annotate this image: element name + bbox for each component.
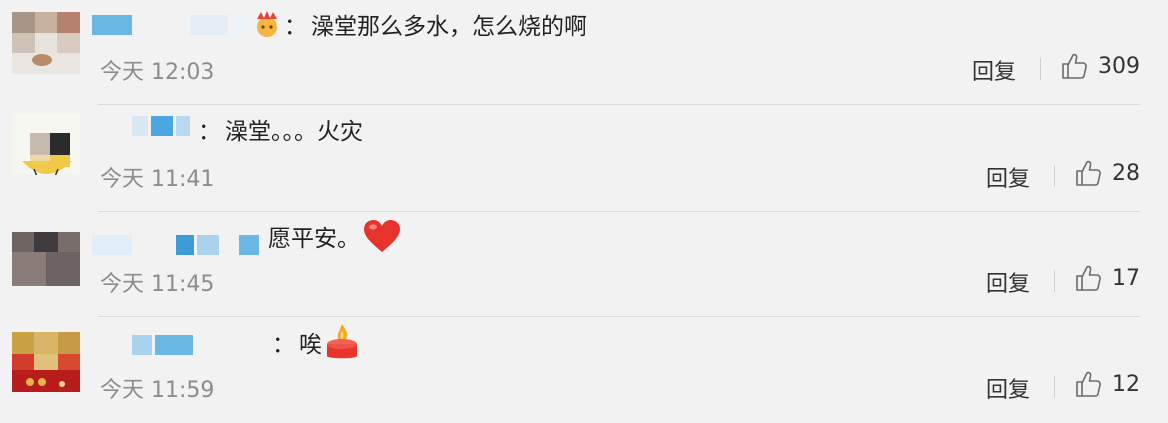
comment-time: 今天 11:41 bbox=[100, 167, 215, 192]
comment-text: 唉 bbox=[299, 332, 322, 358]
avatar[interactable] bbox=[12, 232, 80, 294]
avatar[interactable] bbox=[12, 332, 80, 394]
thumbs-up-icon bbox=[1076, 371, 1101, 397]
thumbs-up-icon bbox=[1076, 265, 1101, 291]
comment-content: 愿平安。 bbox=[268, 216, 402, 256]
username[interactable] bbox=[92, 14, 254, 36]
comment-time: 今天 11:59 bbox=[100, 378, 215, 403]
comment-time: 今天 11:45 bbox=[100, 272, 215, 297]
username[interactable] bbox=[132, 115, 193, 137]
reply-button[interactable]: 回复 bbox=[986, 372, 1030, 404]
avatar-image bbox=[12, 332, 80, 392]
like-button[interactable]: 12 bbox=[1074, 370, 1140, 398]
username[interactable] bbox=[132, 334, 196, 356]
comment-separator: ： bbox=[284, 14, 307, 40]
candle-emoji bbox=[327, 324, 357, 359]
like-count: 12 bbox=[1112, 371, 1140, 397]
username[interactable] bbox=[92, 234, 262, 256]
comment-item: 愿平安。 今天 11:45 回复 17 bbox=[0, 210, 1168, 317]
action-divider bbox=[1054, 165, 1055, 187]
like-count: 17 bbox=[1112, 265, 1140, 291]
comment-content: ： 澡堂。。。火灾 bbox=[196, 109, 363, 149]
action-divider bbox=[1054, 376, 1055, 398]
crown-face-emoji bbox=[257, 11, 277, 37]
comment-text: 愿平安。 bbox=[268, 226, 360, 252]
comment-time: 今天 12:03 bbox=[100, 60, 215, 85]
reply-button[interactable]: 回复 bbox=[986, 161, 1030, 193]
action-divider bbox=[1054, 270, 1055, 292]
comment-list: ： 澡堂那么多水，怎么烧的啊 今天 12:03 回复 309 ： 澡堂。。。火灾… bbox=[0, 0, 1168, 418]
like-count: 309 bbox=[1098, 53, 1140, 79]
comment-content: ： 澡堂那么多水，怎么烧的啊 bbox=[252, 4, 587, 44]
avatar[interactable] bbox=[12, 113, 80, 175]
comment-item: ： 澡堂。。。火灾 今天 11:41 回复 28 bbox=[0, 99, 1168, 212]
reply-button[interactable]: 回复 bbox=[986, 266, 1030, 298]
avatar-image bbox=[12, 12, 80, 74]
comment-separator: ： bbox=[198, 119, 221, 145]
reply-button[interactable]: 回复 bbox=[972, 54, 1016, 86]
comment-separator: ： bbox=[272, 332, 295, 358]
red-heart-emoji bbox=[364, 220, 400, 252]
like-button[interactable]: 28 bbox=[1074, 159, 1140, 187]
comment-divider bbox=[98, 316, 1140, 317]
comment-text: 澡堂。。。火灾 bbox=[225, 119, 363, 145]
avatar[interactable] bbox=[12, 12, 80, 74]
like-button[interactable]: 17 bbox=[1074, 264, 1140, 292]
thumbs-up-icon bbox=[1062, 53, 1087, 79]
comment-content: ： 唉 bbox=[270, 322, 360, 362]
avatar-image bbox=[12, 232, 80, 286]
thumbs-up-icon bbox=[1076, 160, 1101, 186]
comment-item: ： 唉 今天 11:59 回复 12 bbox=[0, 318, 1168, 423]
comment-item: ： 澡堂那么多水，怎么烧的啊 今天 12:03 回复 309 bbox=[0, 0, 1168, 105]
like-button[interactable]: 309 bbox=[1060, 52, 1140, 80]
action-divider bbox=[1040, 58, 1041, 80]
like-count: 28 bbox=[1112, 160, 1140, 186]
avatar-image bbox=[12, 113, 80, 175]
comment-text: 澡堂那么多水，怎么烧的啊 bbox=[311, 14, 587, 40]
